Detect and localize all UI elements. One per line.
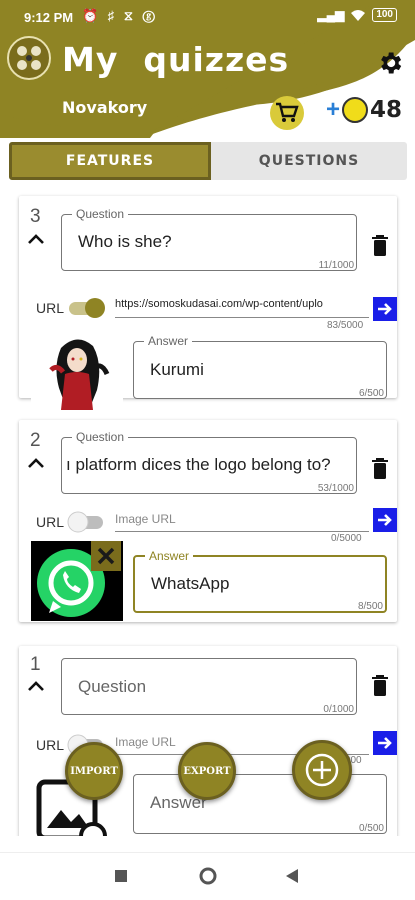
url-char-counter: 83/5000 bbox=[327, 320, 364, 331]
question-field[interactable]: Question Who is she? 11/1000 bbox=[61, 207, 357, 271]
url-input-placeholder: Image URL bbox=[115, 735, 176, 749]
question-number: 1 bbox=[30, 654, 41, 675]
trash-icon[interactable] bbox=[371, 235, 389, 257]
tab-bar: FEATURES QUESTIONS bbox=[9, 142, 407, 180]
battery-indicator: 100 bbox=[372, 8, 397, 22]
url-toggle[interactable] bbox=[67, 297, 107, 319]
import-button-label: IMPORT bbox=[70, 765, 118, 777]
question-field-label: Question bbox=[72, 207, 129, 221]
url-label: URL bbox=[36, 737, 65, 753]
plus-circle-icon bbox=[305, 753, 339, 787]
answer-input-value: Kurumi bbox=[150, 360, 204, 379]
answer-field[interactable]: Answer WhatsApp 8/500 bbox=[133, 549, 387, 613]
question-field-label: Question bbox=[72, 430, 129, 444]
status-notification-icons: ⏰ ♯ ⧖ ⓖ bbox=[82, 8, 158, 23]
cart-icon bbox=[276, 102, 299, 122]
question-card: 3 Question Who is she? 11/1000 URL https… bbox=[19, 196, 397, 410]
question-char-counter: 53/1000 bbox=[317, 483, 354, 494]
load-url-button[interactable] bbox=[373, 297, 397, 321]
add-question-button[interactable] bbox=[292, 740, 352, 800]
question-list[interactable]: 3 Question Who is she? 11/1000 URL https… bbox=[0, 186, 415, 836]
question-image[interactable] bbox=[31, 330, 123, 410]
system-navigation-bar bbox=[0, 852, 415, 900]
back-icon[interactable] bbox=[284, 868, 300, 884]
import-button[interactable]: IMPORT bbox=[65, 742, 123, 800]
signal-icon: ▂▄▆ bbox=[317, 8, 345, 22]
shop-button[interactable] bbox=[270, 96, 304, 130]
question-card: 2 Question ı platform dices the logo bel… bbox=[19, 420, 397, 622]
close-icon bbox=[97, 547, 115, 565]
username: Novakory bbox=[62, 98, 148, 117]
status-bar: 9:12 PM ⏰ ♯ ⧖ ⓖ ▂▄▆ 100 bbox=[0, 0, 415, 34]
chevron-up-icon[interactable] bbox=[27, 680, 45, 692]
avatar[interactable] bbox=[7, 36, 51, 80]
avatar-icon bbox=[17, 46, 41, 70]
app-header: 9:12 PM ⏰ ♯ ⧖ ⓖ ▂▄▆ 100 My quizzes Novak… bbox=[0, 0, 415, 138]
url-input-value: https://somoskudasai.com/wp-content/uplo bbox=[115, 298, 323, 310]
export-button[interactable]: EXPORT bbox=[178, 742, 236, 800]
url-label: URL bbox=[36, 514, 65, 530]
arrow-right-icon bbox=[378, 737, 392, 749]
url-label: URL bbox=[36, 300, 65, 316]
question-input-placeholder: Question bbox=[78, 677, 147, 696]
answer-input-value: WhatsApp bbox=[151, 574, 230, 593]
tab-features[interactable]: FEATURES bbox=[9, 142, 211, 180]
status-time: 9:12 PM bbox=[24, 10, 74, 25]
question-input-value: ı platform dices the logo belong to? bbox=[66, 455, 331, 474]
arrow-right-icon bbox=[378, 303, 392, 315]
wifi-icon bbox=[351, 10, 366, 21]
anime-girl-image bbox=[49, 339, 110, 410]
url-char-counter: 0/5000 bbox=[331, 533, 362, 544]
url-input-placeholder: Image URL bbox=[115, 512, 176, 526]
chevron-up-icon[interactable] bbox=[27, 233, 45, 245]
status-right: ▂▄▆ 100 bbox=[317, 8, 397, 22]
coin-balance[interactable]: + 48 bbox=[326, 97, 402, 123]
load-url-button[interactable] bbox=[373, 508, 397, 532]
page-title: My quizzes bbox=[62, 40, 290, 79]
remove-image-button[interactable] bbox=[91, 541, 121, 571]
trash-icon[interactable] bbox=[371, 675, 389, 697]
question-input-value: Who is she? bbox=[78, 232, 172, 251]
question-number: 2 bbox=[30, 430, 41, 451]
url-input[interactable]: https://somoskudasai.com/wp-content/uplo bbox=[115, 298, 369, 318]
url-input[interactable]: Image URL bbox=[115, 512, 369, 532]
url-toggle[interactable] bbox=[67, 511, 107, 533]
answer-char-counter: 8/500 bbox=[357, 601, 383, 612]
question-card: 1 Question 0/1000 URL Image URL 0/5000 A… bbox=[19, 646, 397, 836]
question-field[interactable]: Question ı platform dices the logo belon… bbox=[61, 430, 357, 494]
question-field[interactable]: Question 0/1000 bbox=[61, 658, 357, 715]
tab-questions[interactable]: QUESTIONS bbox=[211, 142, 407, 180]
gear-icon[interactable] bbox=[376, 49, 404, 77]
answer-field-label: Answer bbox=[145, 549, 194, 563]
trash-icon[interactable] bbox=[371, 458, 389, 480]
recent-apps-icon[interactable] bbox=[114, 869, 128, 883]
load-url-button[interactable] bbox=[373, 731, 397, 755]
chevron-up-icon[interactable] bbox=[27, 457, 45, 469]
arrow-right-icon bbox=[378, 514, 392, 526]
answer-char-counter: 6/500 bbox=[358, 388, 384, 399]
coin-icon bbox=[342, 97, 369, 123]
answer-field-label: Answer bbox=[144, 334, 193, 348]
answer-char-counter: 0/500 bbox=[358, 823, 384, 834]
home-icon[interactable] bbox=[198, 866, 218, 886]
export-button-label: EXPORT bbox=[183, 765, 231, 777]
answer-field[interactable]: Answer Kurumi 6/500 bbox=[133, 334, 387, 399]
question-char-counter: 11/1000 bbox=[318, 260, 354, 271]
add-coins-icon: + bbox=[326, 96, 341, 123]
question-char-counter: 0/1000 bbox=[323, 704, 354, 715]
coin-count: 48 bbox=[370, 97, 403, 123]
question-number: 3 bbox=[30, 206, 41, 227]
